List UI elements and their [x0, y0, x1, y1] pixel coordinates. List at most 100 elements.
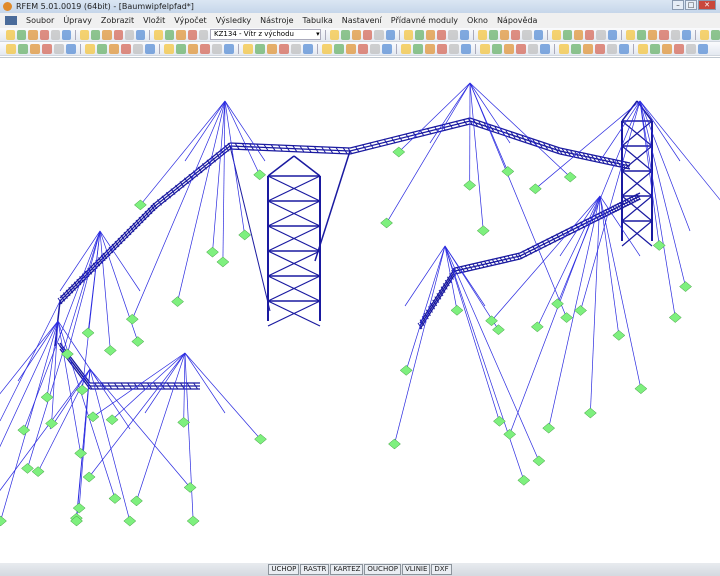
toolbar-button-icon[interactable]	[358, 43, 368, 54]
menu-vypocet[interactable]: Výpočet	[174, 16, 206, 25]
menu-zobrazit[interactable]: Zobrazit	[101, 16, 134, 25]
toolbar-button-icon[interactable]	[500, 29, 510, 40]
toolbar-button-icon[interactable]	[403, 29, 413, 40]
toolbar-button-icon[interactable]	[135, 29, 146, 40]
toolbar-button-icon[interactable]	[650, 43, 660, 54]
toolbar-button-icon[interactable]	[18, 43, 28, 54]
toolbar-button-icon[interactable]	[636, 29, 647, 40]
toolbar-button-icon[interactable]	[413, 43, 423, 54]
toolbar-button-icon[interactable]	[224, 43, 234, 54]
toolbar-button-icon[interactable]	[585, 29, 595, 40]
toolbar-button-icon[interactable]	[80, 29, 90, 40]
toolbar-button-icon[interactable]	[54, 43, 64, 54]
toolbar-button-icon[interactable]	[686, 43, 696, 54]
toolbar-button-icon[interactable]	[322, 43, 332, 54]
toolbar-button-icon[interactable]	[340, 29, 350, 40]
toolbar-button-icon[interactable]	[382, 43, 392, 54]
toolbar-button-icon[interactable]	[574, 29, 584, 40]
toolbar-button-icon[interactable]	[124, 29, 134, 40]
toolbar-button-icon[interactable]	[711, 29, 720, 40]
menu-vysledky[interactable]: Výsledky	[216, 16, 251, 25]
toolbar-button-icon[interactable]	[426, 29, 436, 40]
toolbar-button-icon[interactable]	[461, 43, 471, 54]
toolbar-button-icon[interactable]	[607, 29, 617, 40]
toolbar-button-icon[interactable]	[91, 29, 101, 40]
menu-nastaveni[interactable]: Nastavení	[342, 16, 382, 25]
toolbar-button-icon[interactable]	[425, 43, 435, 54]
toolbar-button-icon[interactable]	[559, 43, 569, 54]
toolbar-button-icon[interactable]	[66, 43, 76, 54]
minimize-button[interactable]: –	[672, 0, 684, 10]
toolbar-button-icon[interactable]	[504, 43, 514, 54]
toolbar-button-icon[interactable]	[97, 43, 107, 54]
toolbar-button-icon[interactable]	[414, 29, 424, 40]
toolbar-button-icon[interactable]	[511, 29, 521, 40]
toolbar-button-icon[interactable]	[562, 29, 573, 40]
toolbar-button-icon[interactable]	[188, 43, 198, 54]
toolbar-button-icon[interactable]	[492, 43, 502, 54]
toolbar-button-icon[interactable]	[61, 29, 72, 40]
toolbar-button-icon[interactable]	[279, 43, 289, 54]
toolbar-button-icon[interactable]	[176, 43, 186, 54]
menu-nastroje[interactable]: Nástroje	[260, 16, 293, 25]
toolbar-button-icon[interactable]	[516, 43, 526, 54]
toolbar-button-icon[interactable]	[448, 29, 458, 40]
status-uchop[interactable]: UCHOP	[268, 564, 300, 575]
toolbar-button-icon[interactable]	[133, 43, 143, 54]
toolbar-button-icon[interactable]	[28, 29, 38, 40]
toolbar-button-icon[interactable]	[670, 29, 680, 40]
toolbar-button-icon[interactable]	[659, 29, 669, 40]
menu-okno[interactable]: Okno	[467, 16, 488, 25]
toolbar-button-icon[interactable]	[540, 43, 550, 54]
menu-vlozit[interactable]: Vložit	[143, 16, 165, 25]
status-rastr[interactable]: RASTR	[300, 564, 330, 575]
toolbar-button-icon[interactable]	[113, 29, 123, 40]
toolbar-button-icon[interactable]	[488, 29, 499, 40]
toolbar-button-icon[interactable]	[303, 43, 313, 54]
toolbar-button-icon[interactable]	[522, 29, 532, 40]
toolbar-button-icon[interactable]	[437, 43, 447, 54]
status-kartez[interactable]: KARTEZ	[330, 564, 364, 575]
toolbar-button-icon[interactable]	[176, 29, 186, 40]
toolbar-button-icon[interactable]	[255, 43, 265, 54]
toolbar-button-icon[interactable]	[212, 43, 222, 54]
toolbar-button-icon[interactable]	[374, 29, 384, 40]
toolbar-button-icon[interactable]	[551, 29, 561, 40]
toolbar-button-icon[interactable]	[619, 43, 629, 54]
toolbar-button-icon[interactable]	[154, 29, 164, 40]
toolbar-button-icon[interactable]	[595, 43, 605, 54]
status-vlinie[interactable]: VLINIE	[401, 564, 431, 575]
toolbar-button-icon[interactable]	[681, 29, 691, 40]
toolbar-button-icon[interactable]	[6, 43, 16, 54]
toolbar-button-icon[interactable]	[571, 43, 581, 54]
toolbar-button-icon[interactable]	[291, 43, 301, 54]
toolbar-button-icon[interactable]	[30, 43, 40, 54]
toolbar-button-icon[interactable]	[164, 43, 174, 54]
menu-upravy[interactable]: Úpravy	[63, 16, 92, 25]
toolbar-button-icon[interactable]	[363, 29, 373, 40]
toolbar-button-icon[interactable]	[662, 43, 672, 54]
toolbar-button-icon[interactable]	[109, 43, 119, 54]
close-button[interactable]: ✕	[698, 0, 716, 10]
toolbar-button-icon[interactable]	[346, 43, 356, 54]
rfem-logo-icon[interactable]	[5, 16, 17, 25]
toolbar-button-icon[interactable]	[401, 43, 411, 54]
toolbar-button-icon[interactable]	[17, 29, 27, 40]
toolbar-button-icon[interactable]	[329, 29, 339, 40]
toolbar-button-icon[interactable]	[102, 29, 112, 40]
toolbar-button-icon[interactable]	[437, 29, 447, 40]
toolbar-button-icon[interactable]	[674, 43, 684, 54]
toolbar-button-icon[interactable]	[533, 29, 543, 40]
model-viewport[interactable]	[0, 57, 720, 563]
toolbar-button-icon[interactable]	[187, 29, 197, 40]
toolbar-button-icon[interactable]	[607, 43, 617, 54]
toolbar-button-icon[interactable]	[638, 43, 648, 54]
toolbar-button-icon[interactable]	[596, 29, 606, 40]
toolbar-button-icon[interactable]	[267, 43, 277, 54]
status-ouchop[interactable]: OUCHOP	[364, 564, 401, 575]
toolbar-button-icon[interactable]	[145, 43, 155, 54]
toolbar-button-icon[interactable]	[477, 29, 487, 40]
maximize-button[interactable]: □	[685, 0, 697, 10]
toolbar-button-icon[interactable]	[480, 43, 490, 54]
toolbar-button-icon[interactable]	[648, 29, 658, 40]
